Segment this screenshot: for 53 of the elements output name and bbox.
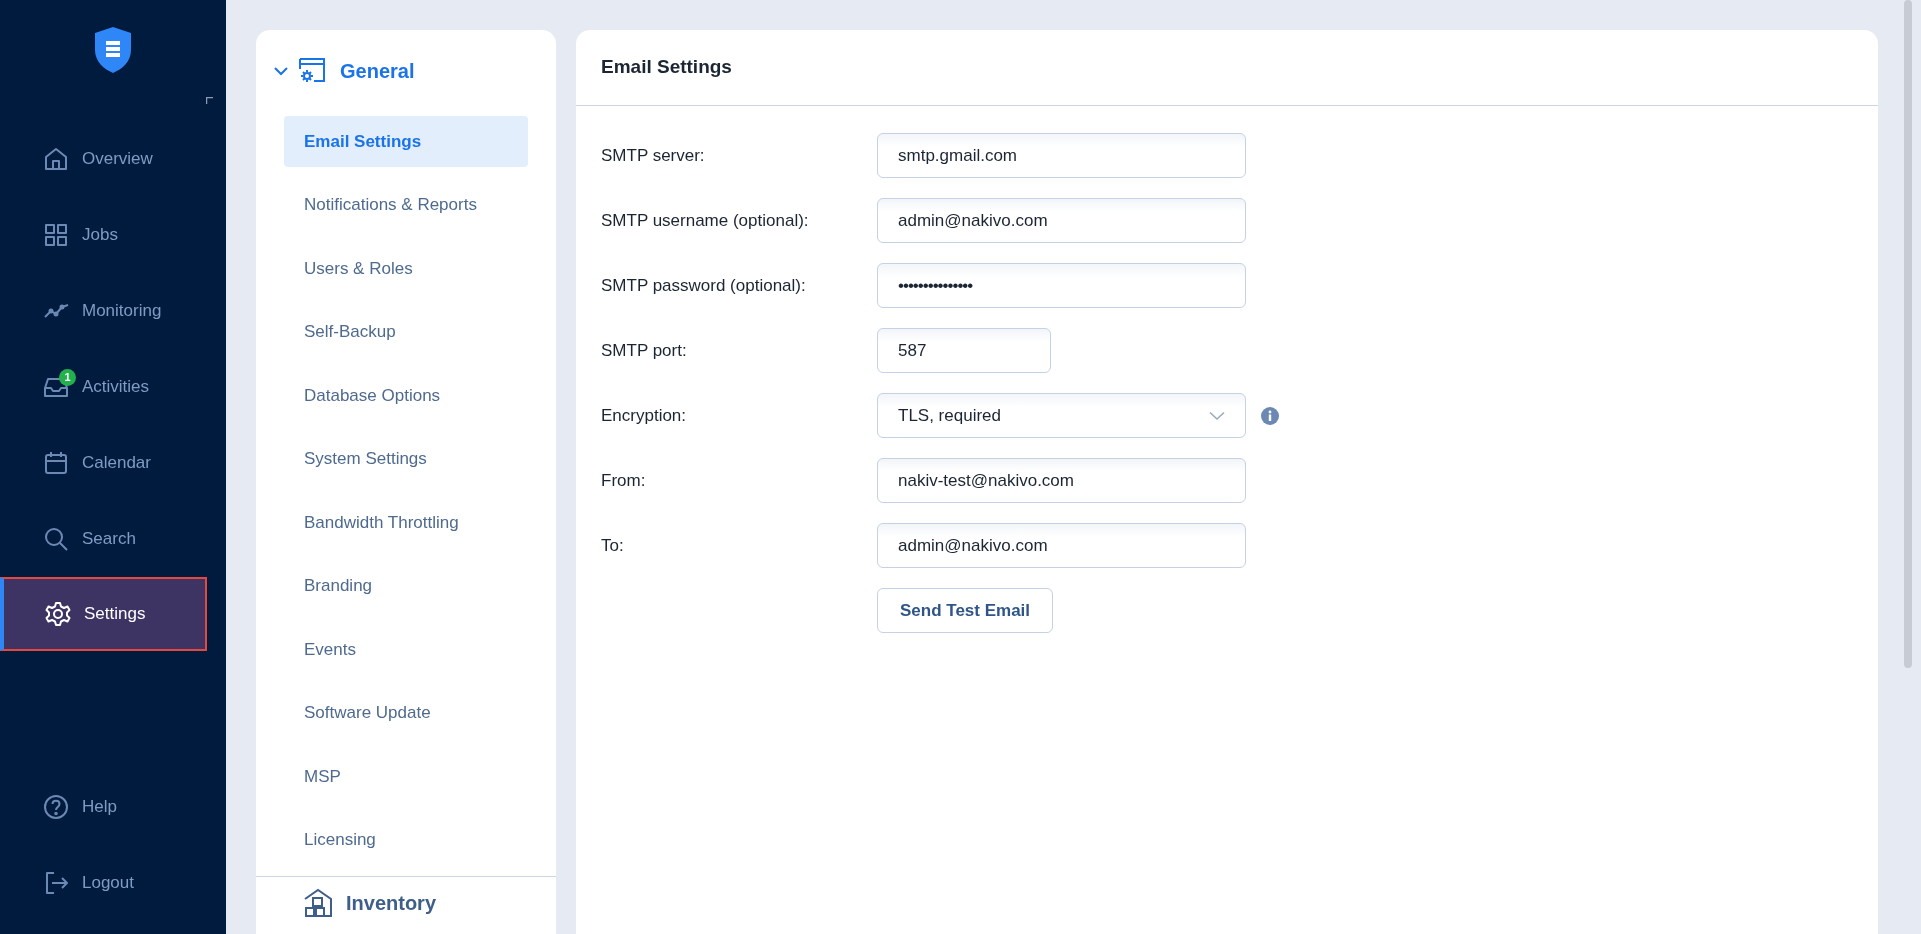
menu-item[interactable]: Notifications & Reports xyxy=(284,173,528,237)
menu-item[interactable]: Database Options xyxy=(284,363,528,427)
count-badge: 1 xyxy=(59,369,76,386)
nav-item[interactable]: Monitoring xyxy=(0,273,207,349)
collapse-icon[interactable] xyxy=(206,97,213,104)
field-label: SMTP username (optional): xyxy=(601,209,810,232)
field-label: From: xyxy=(601,469,647,492)
section-header[interactable]: General xyxy=(256,30,556,110)
input-field[interactable]: smtp.gmail.com xyxy=(877,133,1246,178)
info-icon[interactable] xyxy=(1261,406,1279,425)
nav-item[interactable]: Search xyxy=(0,501,207,577)
dropdown[interactable]: TLS, required xyxy=(877,393,1246,438)
gear-icon xyxy=(44,600,72,628)
input-field[interactable]: nakiv-test@nakivo.com xyxy=(877,458,1246,503)
password-field[interactable]: ••••••••••••••• xyxy=(877,263,1246,308)
menu-item[interactable]: Events xyxy=(284,617,528,681)
menu-item[interactable]: Users & Roles xyxy=(284,236,528,300)
input-field[interactable]: admin@nakivo.com xyxy=(877,198,1246,243)
calendar-icon xyxy=(42,449,70,477)
menu-item[interactable]: Software Update xyxy=(284,681,528,745)
shield-logo-icon[interactable] xyxy=(93,26,133,74)
nav-item[interactable]: Settings xyxy=(0,577,207,651)
nav-item[interactable]: Logout xyxy=(0,845,207,921)
field-label: SMTP server: xyxy=(601,144,706,167)
search-icon xyxy=(42,525,70,553)
chevron-down-icon xyxy=(1209,410,1225,421)
menu-item[interactable]: Licensing xyxy=(284,808,528,872)
nav-item[interactable]: Activities 1 xyxy=(0,349,207,425)
building-icon xyxy=(302,887,334,919)
home-icon xyxy=(42,145,70,173)
field-label: To: xyxy=(601,534,625,557)
field-label: SMTP password (optional): xyxy=(601,274,807,297)
nav-item[interactable]: Jobs xyxy=(0,197,207,273)
menu-item[interactable]: MSP xyxy=(284,744,528,808)
chevron-down-icon xyxy=(274,66,288,76)
scrollbar[interactable] xyxy=(1904,0,1912,668)
send-test-email-button[interactable]: Send Test Email xyxy=(877,588,1054,633)
input-field[interactable]: admin@nakivo.com xyxy=(877,523,1246,568)
menu-item[interactable]: Self-Backup xyxy=(284,300,528,364)
menu-item[interactable]: System Settings xyxy=(284,427,528,491)
nav-item[interactable]: Calendar xyxy=(0,425,207,501)
panel-title: Email Settings xyxy=(601,55,732,80)
menu-item[interactable]: Email Settings xyxy=(284,116,528,167)
field-label: Encryption: xyxy=(601,404,688,427)
menu-item[interactable]: Branding xyxy=(284,554,528,618)
nav-item[interactable]: Overview xyxy=(0,121,207,197)
field-label: SMTP port: xyxy=(601,339,688,362)
grid-icon xyxy=(42,221,70,249)
section-header[interactable]: Inventory xyxy=(256,875,556,930)
menu-item[interactable]: Bandwidth Throttling xyxy=(284,490,528,554)
input-field[interactable]: 587 xyxy=(877,328,1051,373)
nav-item[interactable]: Help xyxy=(0,769,207,845)
help-icon xyxy=(42,793,70,821)
